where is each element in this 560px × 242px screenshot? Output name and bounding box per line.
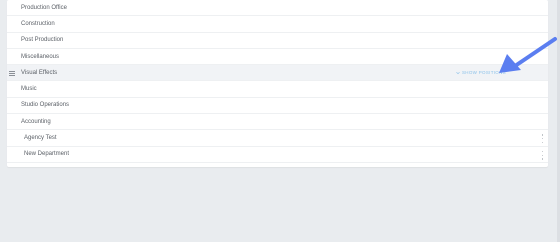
department-row-construction[interactable]: Construction xyxy=(7,16,548,33)
chevron-down-icon xyxy=(456,71,460,74)
department-label: Accounting xyxy=(21,118,51,125)
kebab-menu-icon[interactable] xyxy=(541,134,544,144)
department-row-agency-test[interactable]: Agency Test xyxy=(7,130,548,147)
department-label: Studio Operations xyxy=(21,102,70,109)
department-row-post-production[interactable]: Post Production xyxy=(7,33,548,49)
kebab-menu-icon[interactable] xyxy=(541,150,544,160)
department-label: Production Office xyxy=(21,4,67,11)
department-label: Miscellaneous xyxy=(21,53,60,60)
department-row-studio-operations[interactable]: Studio Operations xyxy=(7,98,548,115)
department-row-miscellaneous[interactable]: Miscellaneous xyxy=(7,49,548,66)
department-label: Post Production xyxy=(21,37,64,44)
drag-handle-icon[interactable] xyxy=(9,71,15,77)
department-label: Visual Effects xyxy=(21,69,58,76)
departments-list: Production Office Construction Post Prod… xyxy=(7,0,548,167)
department-row-production-office[interactable]: Production Office xyxy=(7,0,548,17)
department-label: Construction xyxy=(21,20,55,27)
department-label: Agency Test xyxy=(24,135,57,142)
department-row-accounting[interactable]: Accounting xyxy=(7,114,548,131)
department-label: New Department xyxy=(24,151,70,158)
department-row-new-department[interactable]: New Department xyxy=(7,147,548,163)
department-row-music[interactable]: Music xyxy=(7,81,548,98)
department-row-visual-effects[interactable]: Visual Effects SHOW POSITIONS xyxy=(7,65,548,82)
pointer-arrow-icon xyxy=(499,37,557,73)
department-label: Music xyxy=(21,86,37,93)
